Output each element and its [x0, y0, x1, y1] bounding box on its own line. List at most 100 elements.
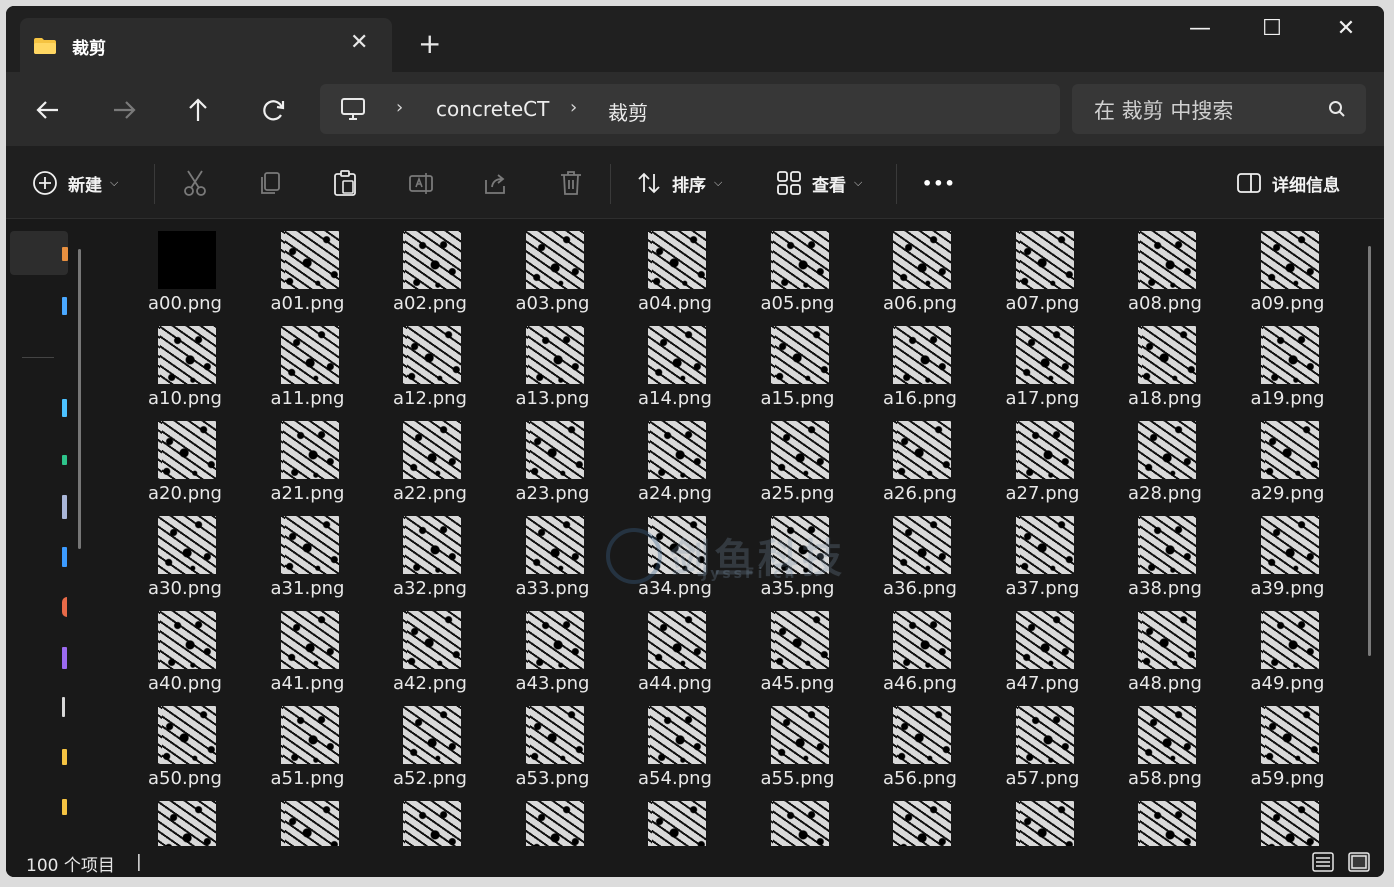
- address-bar[interactable]: › concreteCT › 裁剪: [320, 84, 1060, 134]
- search-box[interactable]: 在 裁剪 中搜索: [1072, 84, 1366, 134]
- file-item[interactable]: a26.png: [865, 411, 975, 504]
- file-item[interactable]: a45.png: [743, 601, 853, 694]
- maximize-button[interactable]: ☐: [1252, 16, 1292, 46]
- file-item[interactable]: a53.png: [498, 696, 608, 789]
- file-item[interactable]: a11.png: [253, 316, 363, 409]
- details-button[interactable]: 详细信息: [1236, 168, 1340, 198]
- file-item[interactable]: a20.png: [130, 411, 240, 504]
- file-item[interactable]: a24.png: [620, 411, 730, 504]
- details-view-icon[interactable]: [1312, 852, 1334, 872]
- file-item[interactable]: a57.png: [988, 696, 1098, 789]
- file-item[interactable]: a07.png: [988, 221, 1098, 314]
- file-item[interactable]: a47.png: [988, 601, 1098, 694]
- file-item[interactable]: a48.png: [1110, 601, 1220, 694]
- sidebar-item-documents[interactable]: [62, 495, 67, 519]
- file-item[interactable]: a31.png: [253, 506, 363, 599]
- file-item[interactable]: a46.png: [865, 601, 975, 694]
- file-item[interactable]: a05.png: [743, 221, 853, 314]
- file-item[interactable]: [498, 791, 608, 851]
- sidebar-item-desktop[interactable]: [62, 399, 67, 417]
- copy-icon[interactable]: [258, 168, 284, 198]
- large-icons-view-icon[interactable]: [1348, 852, 1370, 872]
- sidebar-item-folder[interactable]: [62, 749, 67, 765]
- file-item[interactable]: [620, 791, 730, 851]
- rename-icon[interactable]: [408, 168, 434, 198]
- file-item[interactable]: a40.png: [130, 601, 240, 694]
- file-item[interactable]: a38.png: [1110, 506, 1220, 599]
- file-item[interactable]: a52.png: [375, 696, 485, 789]
- breadcrumb-current[interactable]: 裁剪: [608, 97, 648, 126]
- file-item[interactable]: a02.png: [375, 221, 485, 314]
- forward-arrow-icon[interactable]: [110, 96, 138, 124]
- file-item[interactable]: a30.png: [130, 506, 240, 599]
- sidebar-scrollbar[interactable]: [78, 249, 81, 549]
- sort-button[interactable]: 排序 ⌵: [636, 168, 722, 198]
- new-tab-button[interactable]: +: [418, 30, 441, 58]
- sidebar-item-pictures[interactable]: [62, 547, 67, 567]
- file-item[interactable]: a56.png: [865, 696, 975, 789]
- file-item[interactable]: a27.png: [988, 411, 1098, 504]
- paste-icon[interactable]: [332, 168, 358, 198]
- new-button[interactable]: 新建 ⌵: [32, 168, 118, 198]
- file-item[interactable]: a01.png: [253, 221, 363, 314]
- view-button[interactable]: 查看 ⌵: [776, 168, 862, 198]
- sidebar-item-gallery[interactable]: [62, 297, 67, 315]
- file-item[interactable]: a23.png: [498, 411, 608, 504]
- delete-icon[interactable]: [558, 168, 584, 198]
- file-item[interactable]: a22.png: [375, 411, 485, 504]
- refresh-icon[interactable]: [260, 96, 288, 124]
- file-item[interactable]: a43.png: [498, 601, 608, 694]
- file-item[interactable]: a06.png: [865, 221, 975, 314]
- file-item[interactable]: a03.png: [498, 221, 608, 314]
- file-item[interactable]: a29.png: [1233, 411, 1343, 504]
- sidebar-item-folder[interactable]: [62, 799, 67, 815]
- sidebar-item-music[interactable]: [62, 597, 67, 617]
- close-tab-icon[interactable]: ✕: [350, 30, 368, 55]
- back-arrow-icon[interactable]: [34, 96, 62, 124]
- file-item[interactable]: [130, 791, 240, 851]
- file-item[interactable]: a41.png: [253, 601, 363, 694]
- file-item[interactable]: a54.png: [620, 696, 730, 789]
- file-item[interactable]: a08.png: [1110, 221, 1220, 314]
- vertical-scrollbar[interactable]: [1368, 246, 1371, 656]
- breadcrumb-chevron-icon[interactable]: ›: [396, 97, 403, 118]
- this-pc-icon[interactable]: [340, 97, 366, 121]
- file-item[interactable]: a50.png: [130, 696, 240, 789]
- file-item[interactable]: a42.png: [375, 601, 485, 694]
- file-item[interactable]: a00.png: [130, 221, 240, 314]
- file-item[interactable]: a37.png: [988, 506, 1098, 599]
- minimize-button[interactable]: —: [1180, 16, 1220, 46]
- file-item[interactable]: [988, 791, 1098, 851]
- file-item[interactable]: a28.png: [1110, 411, 1220, 504]
- file-item[interactable]: a59.png: [1233, 696, 1343, 789]
- search-icon[interactable]: [1328, 100, 1346, 118]
- file-item[interactable]: [375, 791, 485, 851]
- breadcrumb-concretect[interactable]: concreteCT: [436, 97, 549, 121]
- file-item[interactable]: [253, 791, 363, 851]
- file-item[interactable]: [743, 791, 853, 851]
- file-item[interactable]: a19.png: [1233, 316, 1343, 409]
- file-item[interactable]: a58.png: [1110, 696, 1220, 789]
- file-item[interactable]: [865, 791, 975, 851]
- file-item[interactable]: a15.png: [743, 316, 853, 409]
- file-item[interactable]: a44.png: [620, 601, 730, 694]
- share-icon[interactable]: [482, 168, 508, 198]
- file-item[interactable]: [1110, 791, 1220, 851]
- file-item[interactable]: a12.png: [375, 316, 485, 409]
- sidebar-item-home[interactable]: [10, 231, 68, 275]
- file-item[interactable]: a36.png: [865, 506, 975, 599]
- file-item[interactable]: a10.png: [130, 316, 240, 409]
- tab-current-folder[interactable]: 裁剪 ✕: [20, 18, 392, 72]
- sidebar-item-drive[interactable]: [62, 697, 65, 717]
- file-item[interactable]: a33.png: [498, 506, 608, 599]
- cut-icon[interactable]: [182, 168, 208, 198]
- file-item[interactable]: [1233, 791, 1343, 851]
- file-item[interactable]: a17.png: [988, 316, 1098, 409]
- more-options-button[interactable]: •••: [922, 168, 956, 198]
- file-item[interactable]: a49.png: [1233, 601, 1343, 694]
- sidebar-item-videos[interactable]: [62, 647, 67, 669]
- file-item[interactable]: a25.png: [743, 411, 853, 504]
- file-item[interactable]: a14.png: [620, 316, 730, 409]
- file-item[interactable]: a21.png: [253, 411, 363, 504]
- breadcrumb-chevron-icon[interactable]: ›: [570, 97, 577, 118]
